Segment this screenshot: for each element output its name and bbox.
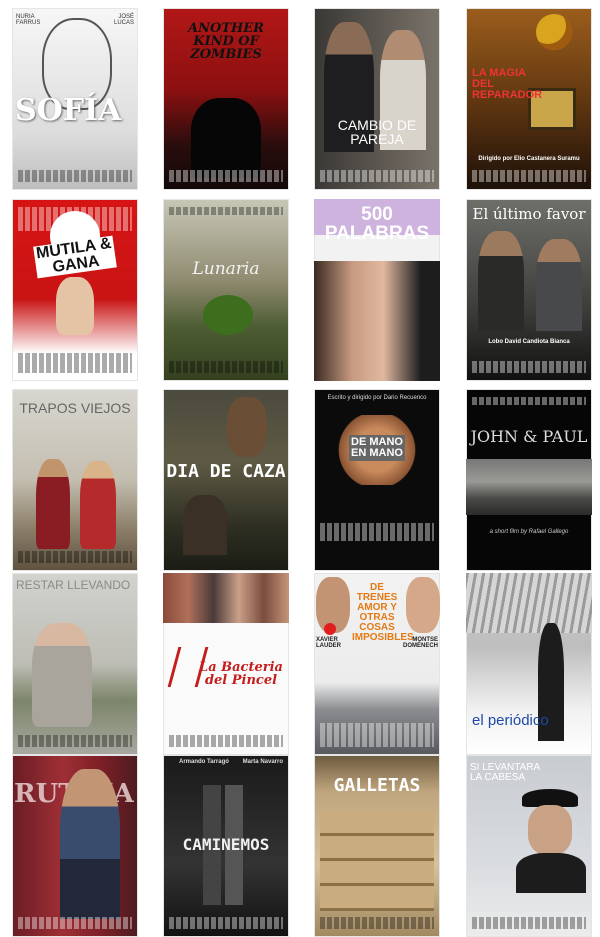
poster-dia-de-caza[interactable]: DIA DE CAZA [163,389,289,571]
credits [169,170,283,182]
figure-silhouette [191,98,261,178]
plant-figure [203,295,253,335]
cast-photos [163,573,289,623]
old-man-face [528,805,572,855]
poster-500-palabras[interactable]: 500 PALABRAS [314,199,440,381]
poster-el-periodico[interactable]: el periódico [466,573,592,755]
disco-ball [536,14,572,50]
harbour-photo [466,459,592,515]
woman-right [80,461,116,549]
actor-left: NURIA FARRUS [16,14,41,26]
poster-sofia[interactable]: NURIA FARRUS JOSÉ LUCAS SOFÍA [12,8,138,190]
actor-right: Marta Navarro [242,759,283,765]
credits [472,397,586,405]
man-right [536,239,582,331]
credits [169,735,283,747]
poster-zombies[interactable]: ANOTHER KIND OF ZOMBIES [163,8,289,190]
poster-ultimo-favor[interactable]: El último favor Lobo David Candiota Bian… [466,199,592,381]
poster-title: El último favor [472,205,586,223]
poster-mutila[interactable]: MUTILA & GANA [12,199,138,381]
poster-title: DE TRENES AMOR Y OTRAS COSAS IMPOSIBLES [352,582,414,643]
poster-title: el periódico [472,712,549,729]
poster-bacteria-pincel[interactable]: La Bacteria del Pincel [163,573,289,755]
credits [472,170,586,182]
credits [320,723,434,747]
credits [18,917,132,929]
credits [472,361,586,373]
poster-title: ANOTHER KIND OF ZOMBIES [188,21,264,62]
credits [320,523,434,541]
poster-title: JOHN & PAUL [470,427,588,446]
actor-left: Armando Tarragó [179,759,229,765]
poster-title: SOFÍA [15,93,122,128]
director-credit: Dirigido por Elio Castanera Suramu [478,156,580,162]
poster-restar-llevando[interactable]: RESTAR LLEVANDO [12,573,138,755]
woman-left [36,459,70,549]
cabinet [320,811,434,911]
credits [18,735,132,747]
poster-title: RESTAR LLEVANDO [16,578,131,592]
poster-john-paul[interactable]: JOHN & PAUL a short film by Rafael Galle… [466,389,592,571]
poster-magia[interactable]: LA MAGIA DEL REPARADOR Dirigido por Elio… [466,8,592,190]
poster-si-levantara[interactable]: SI LEVANTARA LA CABESA [466,755,592,937]
byline: a short film by Rafael Gallego [489,529,569,535]
actor-right: JOSÉ LUCAS [113,14,134,26]
poster-rutina[interactable]: RUTINA [12,755,138,937]
poster-title: LA MAGIA DEL REPARADOR [472,67,543,101]
old-man [32,623,92,727]
coat [516,853,586,893]
poster-title: CAMINEMOS [182,835,270,854]
credits [472,917,586,929]
hunter-top [227,397,267,457]
credits [320,170,434,182]
credits [169,917,283,929]
credits [320,917,434,929]
poster-de-mano-en-mano[interactable]: Escrito y dirigido por Dario Recuenco DE… [314,389,440,571]
actor-left: XAVIER LAUDER [316,637,341,649]
poster-de-trenes[interactable]: DE TRENES AMOR Y OTRAS COSAS IMPOSIBLES … [314,573,440,755]
credits [169,361,283,373]
poster-title: 500 PALABRAS [324,204,430,244]
poster-title: CAMBIO DE PAREJA [337,117,417,147]
poster-caminemos[interactable]: Armando Tarragó Marta Navarro CAMINEMOS [163,755,289,937]
couple-photo [314,261,440,381]
poster-cambio[interactable]: CAMBIO DE PAREJA [314,8,440,190]
poster-title: GALLETAS [333,775,421,796]
hand-figure [56,277,94,335]
station-roof [466,573,592,633]
poster-title: DE MANO EN MANO [349,435,405,461]
hunter-bottom [183,495,227,555]
poster-galletas[interactable]: GALLETAS [314,755,440,937]
poster-title: TRAPOS VIEJOS [19,400,131,416]
poster-trapos-viejos[interactable]: TRAPOS VIEJOS [12,389,138,571]
actor-right: MONTSE DOMÉNECH [402,637,438,649]
credits [18,353,132,373]
cast-credit: Lobo David Candiota Bianca [488,339,570,345]
poster-lunaria[interactable]: Lunaria [163,199,289,381]
credits [18,170,132,182]
credits [18,551,132,563]
poster-title: DIA DE CAZA [166,461,286,482]
poster-title: Lunaria [192,259,260,279]
credits [169,207,283,215]
poster-title: MUTILA & GANA [33,235,117,279]
poster-title: SI LEVANTARA LA CABESA [470,762,540,783]
man-left [478,231,524,331]
man-figure [60,769,120,919]
director-credit: Escrito y dirigido por Dario Recuenco [327,395,427,401]
